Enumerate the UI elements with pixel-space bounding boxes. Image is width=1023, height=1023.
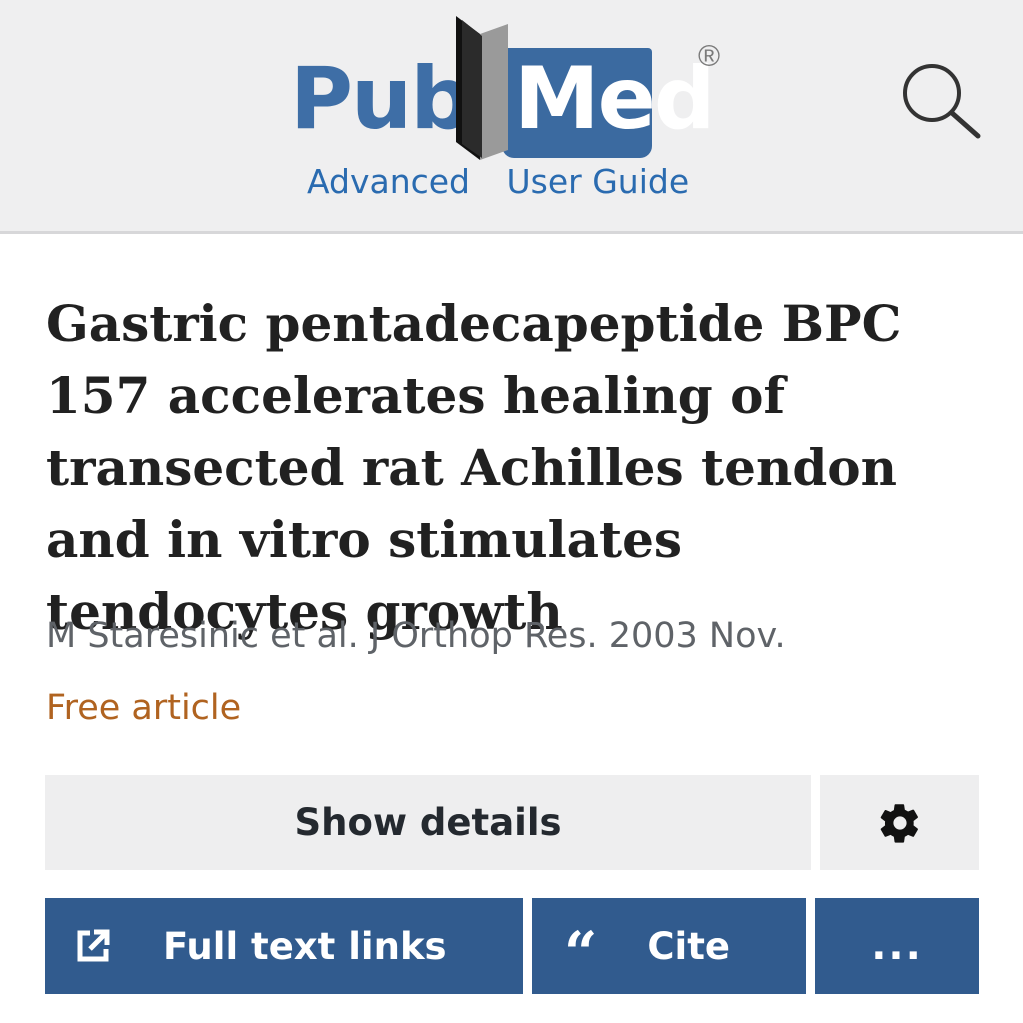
full-text-links-button[interactable]: Full text links — [45, 898, 523, 994]
advanced-link[interactable]: Advanced — [307, 162, 470, 201]
show-details-button[interactable]: Show details — [45, 775, 811, 870]
header-links: Advanced User Guide — [307, 162, 689, 201]
article-citation: M Staresinic et al. J Orthop Res. 2003 N… — [46, 616, 786, 656]
cite-label: Cite — [647, 924, 730, 968]
logo-text-med: Med — [514, 49, 715, 149]
site-header: Pub Med ® Advanced User Guide — [0, 0, 1023, 234]
registered-mark: ® — [698, 40, 721, 73]
gear-icon — [880, 803, 918, 843]
show-details-label: Show details — [294, 801, 562, 844]
free-article-label: Free article — [46, 688, 242, 728]
book-icon — [456, 16, 508, 160]
search-icon[interactable] — [898, 60, 984, 140]
full-text-links-label: Full text links — [163, 924, 447, 968]
external-link-icon — [77, 929, 110, 962]
quote-icon: “ — [564, 919, 598, 987]
user-guide-link[interactable]: User Guide — [507, 162, 690, 201]
more-actions-button[interactable]: ... — [815, 898, 979, 994]
cite-button[interactable]: “ Cite — [532, 898, 806, 994]
article-title: Gastric pentadecapeptide BPC 157 acceler… — [46, 294, 902, 641]
logo-text-pub: Pub — [290, 49, 472, 149]
pubmed-logo[interactable]: Pub Med ® — [290, 12, 740, 162]
more-actions-label: ... — [871, 923, 923, 969]
settings-button[interactable] — [820, 775, 979, 870]
